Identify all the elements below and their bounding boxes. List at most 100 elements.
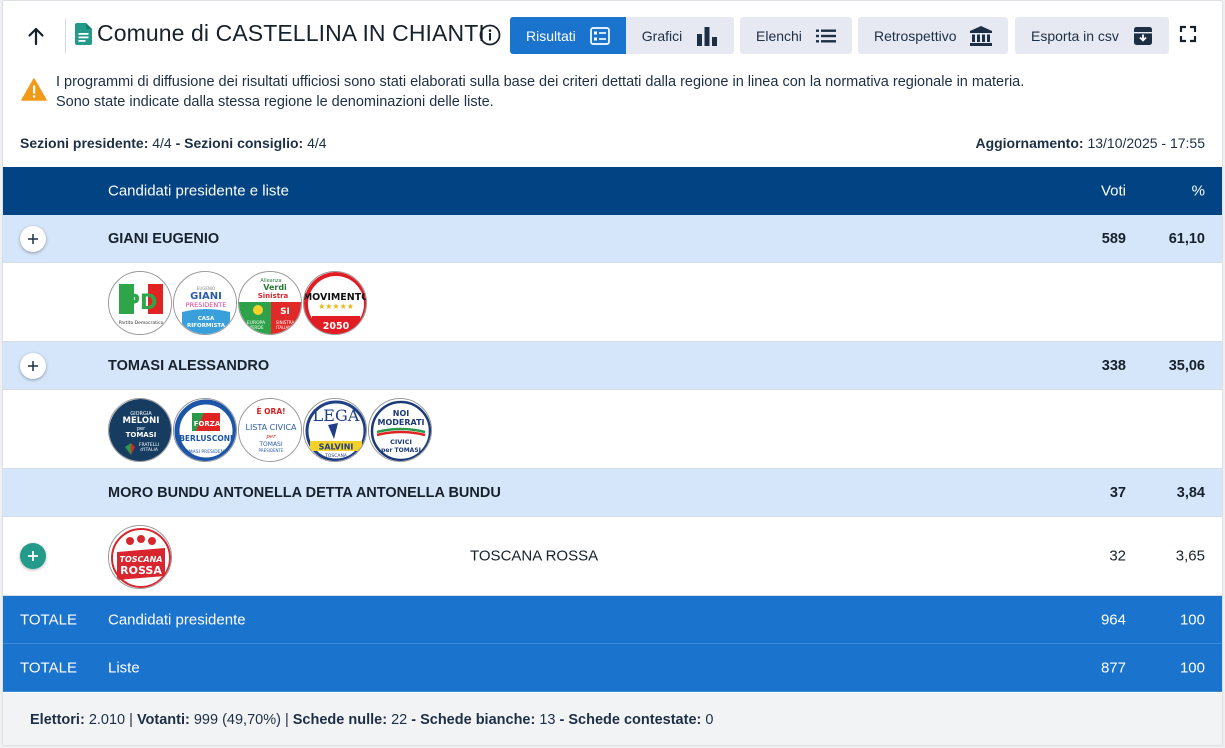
total-pct: 100 (1179, 611, 1205, 628)
candidate-row: GIANI EUGENIO 589 61,10 (3, 215, 1222, 263)
svg-text:ITALIANA: ITALIANA (276, 325, 294, 330)
update-info: Aggiornamento: 13/10/2025 - 17:55 (975, 135, 1205, 151)
results-table: Candidati presidente e liste Voti % GIAN… (3, 167, 1222, 692)
svg-text:CASA: CASA (198, 316, 215, 322)
turnout-footer: Elettori: 2.010 | Votanti: 999 (49,70%) … (3, 693, 1222, 745)
candidate-voti: 589 (1101, 230, 1126, 247)
schede-contestate-label: Schede contestate: (568, 712, 702, 728)
column-header-pct: % (1191, 182, 1205, 200)
total-voti: 877 (1100, 659, 1126, 676)
expand-list-button[interactable] (20, 543, 46, 569)
svg-text:CIVICI: CIVICI (390, 438, 412, 446)
svg-text:PRESIDENTE: PRESIDENTE (186, 301, 227, 309)
svg-text:Partito Democratico: Partito Democratico (119, 320, 164, 326)
warning-icon (21, 78, 47, 106)
svg-text:NOI: NOI (393, 409, 409, 418)
archive-download-icon (1133, 26, 1153, 46)
expand-button[interactable] (20, 225, 46, 252)
votanti-value: 999 (49,70%) (193, 712, 281, 728)
svg-text:PD: PD (125, 290, 158, 314)
total-name: Liste (108, 659, 140, 676)
schede-nulle-label: Schede nulle: (292, 712, 388, 728)
sezioni-presidente-label: Sezioni presidente: (20, 135, 149, 151)
total-pct: 100 (1179, 659, 1205, 676)
svg-text:Verdi: Verdi (263, 283, 287, 292)
svg-text:LEGA: LEGA (313, 406, 360, 425)
svg-text:PRESIDENTE: PRESIDENTE (258, 448, 283, 453)
schede-contestate-value: 0 (705, 712, 714, 728)
candidate-pct: 61,10 (1168, 230, 1205, 247)
header-divider (65, 19, 66, 53)
tab-risultati[interactable]: Risultati (510, 17, 626, 54)
candidate-pct: 35,06 (1168, 357, 1205, 374)
page-title: Comune di CASTELLINA IN CHIANTI (97, 20, 485, 46)
column-header-name: Candidati presidente e liste (108, 182, 289, 200)
fullscreen-icon[interactable] (1179, 25, 1197, 48)
retrospettivo-label: Retrospettivo (874, 27, 957, 44)
total-row-liste: TOTALE Liste 877 100 (3, 644, 1222, 692)
svg-text:★★★★★: ★★★★★ (318, 302, 354, 311)
info-icon[interactable] (479, 24, 501, 51)
party-logo-toscana-rossa: TOSCANA ROSSA (108, 525, 172, 589)
expand-button[interactable] (20, 352, 46, 379)
party-logo-fratelli-italia: GIORGIA MELONI per TOMASI FRATELLI d'ITALIA (108, 398, 172, 462)
candidate-row: TOMASI ALESSANDRO 338 35,06 (3, 342, 1222, 390)
panel-header: Comune di CASTELLINA IN CHIANTI Risultat… (3, 1, 1222, 71)
schede-nulle-value: 22 (391, 712, 408, 728)
view-tabs: Risultati Grafici (510, 17, 735, 54)
notice-line-2: Sono state indicate dalla stessa regione… (56, 93, 494, 110)
bank-icon (970, 25, 993, 46)
list-name: TOSCANA ROSSA (470, 547, 599, 565)
aggiornamento-label: Aggiornamento: (975, 135, 1084, 151)
svg-text:VERDE: VERDE (248, 325, 264, 331)
list-voti: 32 (1109, 547, 1126, 565)
toscana-rossa-logo-text-1: TOSCANA (120, 555, 163, 564)
svg-text:TOSCANA: TOSCANA (324, 453, 348, 459)
party-logos-row: PD Partito Democratico EUGENIO GIANI PRESID… (3, 263, 1222, 342)
candidate-row: MORO BUNDU ANTONELLA DETTA ANTONELLA BUN… (3, 469, 1222, 517)
party-logo-lega: LEGA SALVINI TOSCANA (303, 398, 367, 462)
svg-text:SALVINI: SALVINI (319, 443, 354, 452)
svg-text:MELONI: MELONI (123, 416, 160, 426)
party-logo-movimento-2050: MOVIMENTO ★★★★★ 2050 (303, 271, 367, 335)
total-voti: 964 (1100, 611, 1126, 628)
elenchi-button[interactable]: Elenchi (740, 17, 852, 54)
back-arrow-button[interactable] (21, 21, 51, 51)
total-name: Candidati presidente (108, 611, 246, 628)
notice-line-1: I programmi di diffusione dei risultati … (56, 74, 1025, 90)
party-logo-avs: Alleanza Verdi Sinistra EUROPA VERDE SI SINIST… (238, 271, 302, 335)
aggiornamento-value: 13/10/2025 - 17:55 (1087, 135, 1205, 151)
list-row: TOSCANA ROSSA TOSCANA ROSSA 32 3,65 (3, 517, 1222, 596)
candidate-voti: 338 (1101, 357, 1126, 374)
candidate-pct: 3,84 (1176, 484, 1205, 501)
candidate-name: MORO BUNDU ANTONELLA DETTA ANTONELLA BUN… (108, 484, 501, 501)
tab-grafici[interactable]: Grafici (625, 17, 735, 54)
list-detail-icon (589, 26, 610, 45)
svg-text:2050: 2050 (323, 321, 350, 332)
svg-text:TOMASI: TOMASI (126, 431, 157, 439)
svg-text:FORZA: FORZA (194, 420, 221, 428)
list-icon (815, 29, 836, 43)
party-logo-noi-moderati: NOI MODERATI CIVICI per TOMASI (368, 398, 432, 462)
party-logo-giani-presidente: EUGENIO GIANI PRESIDENTE CASA RIFORMISTA (173, 271, 237, 335)
party-logo-pd: PD Partito Democratico (108, 271, 172, 335)
total-label: TOTALE (20, 611, 77, 628)
svg-text:per TOMASI: per TOMASI (381, 447, 421, 454)
svg-text:d'ITALIA: d'ITALIA (140, 447, 159, 453)
votanti-label: Votanti: (136, 712, 190, 728)
svg-text:MODERATI: MODERATI (377, 418, 424, 427)
schede-bianche-label: Schede bianche: (420, 712, 536, 728)
plus-icon (28, 233, 38, 244)
retrospettivo-button[interactable]: Retrospettivo (858, 17, 1009, 54)
svg-text:Sinistra: Sinistra (258, 292, 289, 300)
bar-chart-icon (696, 26, 718, 46)
esporta-csv-button[interactable]: Esporta in csv (1015, 17, 1169, 54)
arrow-up-icon (28, 27, 44, 46)
elenchi-label: Elenchi (756, 27, 802, 44)
tab-grafici-label: Grafici (641, 27, 683, 44)
sezioni-consiglio-value: 4/4 (307, 135, 327, 151)
candidate-name: TOMASI ALESSANDRO (108, 357, 270, 374)
notice-text: I programmi di diffusione dei risultati … (56, 73, 1024, 112)
esporta-label: Esporta in csv (1031, 27, 1119, 44)
total-row-candidati: TOTALE Candidati presidente 964 100 (3, 596, 1222, 644)
